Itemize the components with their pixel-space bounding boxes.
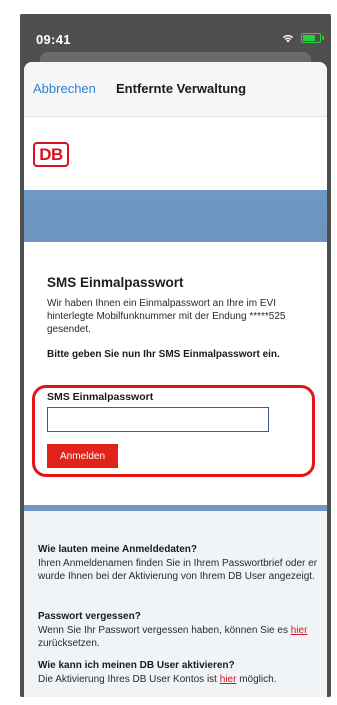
faq-answer-activate-suffix: möglich. [236,674,277,685]
form-instruction: Bitte geben Sie nun Ihr SMS Einmalpasswo… [47,349,280,360]
device-frame: 09:41 Abbrechen Entfernte Verwaltung DB … [20,14,331,697]
otp-input[interactable] [47,407,269,432]
faq-question-password: Passwort vergessen? [38,611,141,622]
faq-answer-password-text: Wenn Sie Ihr Passwort vergessen haben, k… [38,625,291,636]
faq-question-credentials: Wie lauten meine Anmeldedaten? [38,544,198,555]
battery-icon [301,33,324,43]
faq-question-activate: Wie kann ich meinen DB User aktivieren? [38,660,235,671]
activate-account-link[interactable]: hier [220,674,237,685]
status-time: 09:41 [36,32,71,47]
status-icons [281,33,324,43]
cancel-button[interactable]: Abbrechen [33,81,96,96]
navigation-bar: Abbrechen Entfernte Verwaltung [24,62,327,117]
form-intro: Wir haben Ihnen ein Einmalpasswort an Ih… [47,298,286,335]
form-heading: SMS Einmalpasswort [47,275,184,290]
nav-title: Entfernte Verwaltung [116,81,247,96]
modal-sheet: Abbrechen Entfernte Verwaltung DB SMS Ei… [24,62,327,697]
db-logo: DB [33,142,69,167]
reset-password-link[interactable]: hier [291,625,308,636]
faq-answer-password-suffix: zurücksetzen. [38,638,100,649]
header-banner [24,190,327,242]
wifi-icon [282,34,294,43]
faq-answer-activate-text: Die Aktivierung Ihres DB User Kontos ist [38,674,220,685]
otp-field-label: SMS Einmalpasswort [47,391,154,403]
faq-answer-password: Wenn Sie Ihr Passwort vergessen haben, k… [38,624,318,650]
login-button[interactable]: Anmelden [47,444,118,468]
faq-answer-credentials: Ihren Anmeldenamen finden Sie in Ihrem P… [38,558,318,582]
faq-answer-activate: Die Aktivierung Ihres DB User Kontos ist… [38,673,318,686]
